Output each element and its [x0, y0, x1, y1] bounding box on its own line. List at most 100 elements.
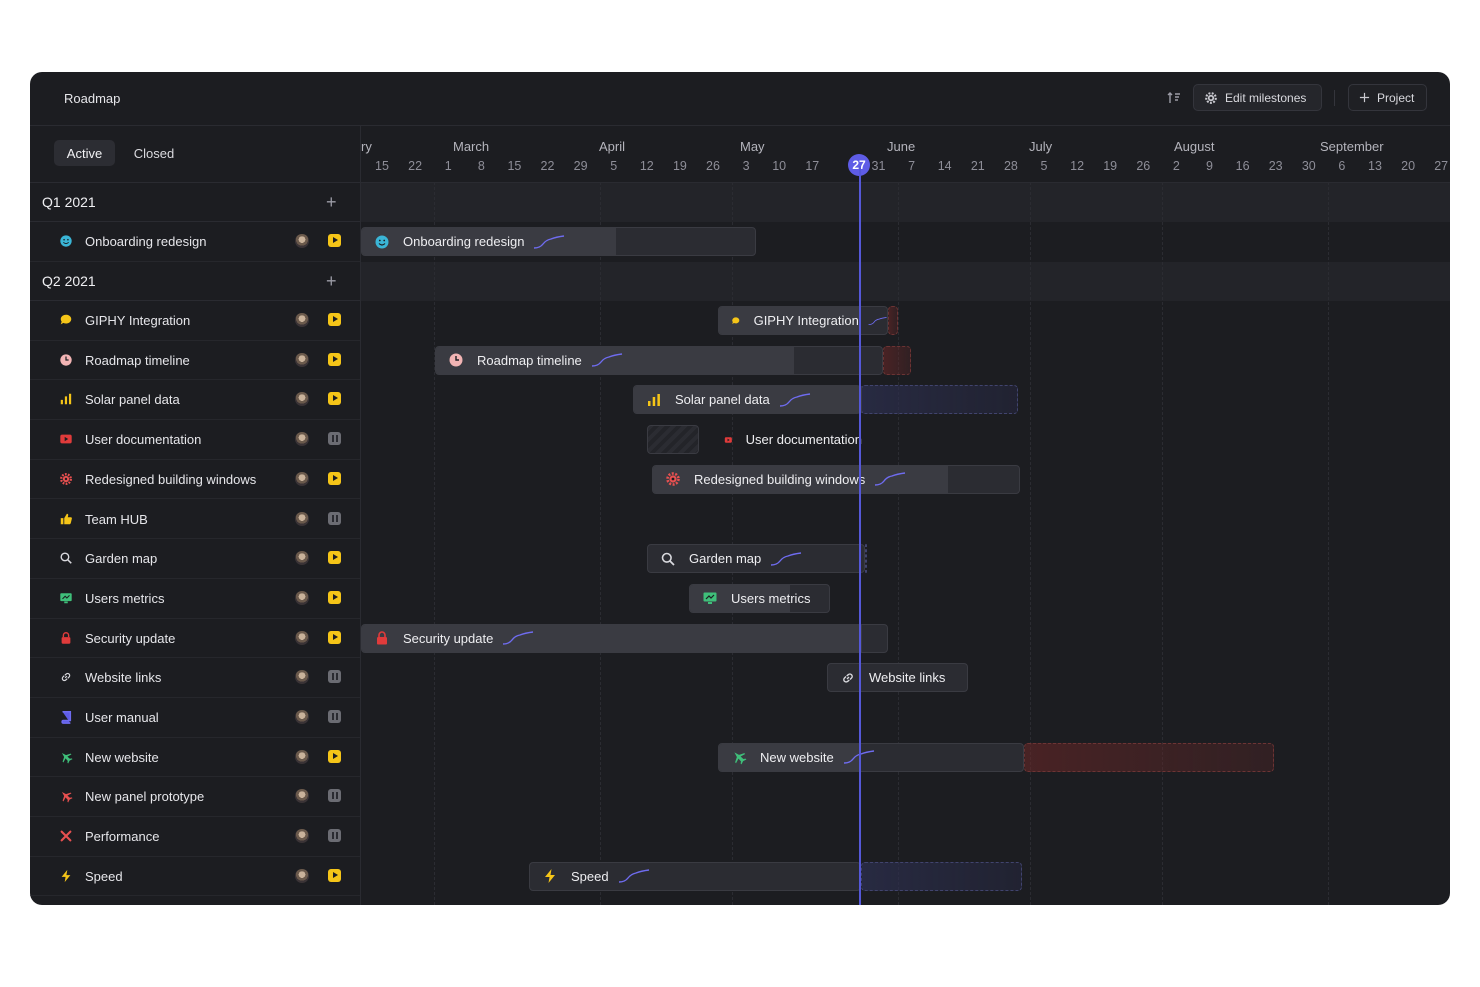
sparkline-icon — [503, 631, 534, 645]
bar-extension-solar-panel-data[interactable] — [861, 385, 1018, 415]
search-icon — [661, 552, 675, 566]
project-row-roadmap-timeline[interactable]: Roadmap timeline — [30, 341, 360, 381]
avatar[interactable] — [295, 710, 309, 724]
in-progress-status-icon[interactable] — [328, 352, 341, 366]
avatar[interactable] — [295, 670, 309, 685]
timeline-bar-new-website[interactable]: New website — [718, 742, 1024, 772]
paused-status-icon[interactable] — [328, 789, 341, 803]
month-label: ry — [361, 139, 372, 154]
bar-label: Solar panel data — [675, 392, 770, 408]
avatar[interactable] — [295, 829, 309, 844]
week-label: 26 — [706, 159, 720, 173]
timeline-bar-security-update[interactable]: Security update — [361, 623, 888, 653]
avatar[interactable] — [295, 392, 309, 407]
avatar[interactable] — [295, 432, 309, 447]
in-progress-status-icon[interactable] — [328, 551, 341, 565]
project-name: Redesigned building windows — [85, 471, 257, 487]
sparkline-icon — [771, 551, 802, 566]
group-band-q1 — [361, 183, 1450, 222]
project-name: User documentation — [85, 432, 202, 448]
paused-status-icon[interactable] — [328, 710, 341, 723]
project-row-redesigned-building-windows[interactable]: Redesigned building windows — [30, 460, 360, 500]
project-row-new-website[interactable]: New website — [30, 738, 360, 778]
in-progress-status-icon[interactable] — [328, 234, 341, 247]
timeline-bar-onboarding-redesign[interactable]: Onboarding redesign — [361, 227, 756, 256]
add-project-button[interactable]: Project — [1348, 84, 1427, 111]
avatar[interactable] — [295, 630, 309, 645]
tab-active[interactable]: Active — [54, 140, 115, 166]
edit-milestones-button[interactable]: Edit milestones — [1193, 84, 1322, 111]
project-name: Solar panel data — [85, 392, 180, 408]
paused-status-icon[interactable] — [328, 670, 341, 684]
tab-closed[interactable]: Closed — [124, 140, 184, 166]
project-row-team-hub[interactable]: Team HUB — [30, 500, 360, 540]
timeline-bar-roadmap-timeline[interactable]: Roadmap timeline — [435, 345, 883, 375]
avatar[interactable] — [295, 471, 309, 486]
paused-status-icon[interactable] — [328, 511, 341, 525]
project-row-new-panel-prototype[interactable]: New panel prototype — [30, 777, 360, 818]
project-row-security-update[interactable]: Security update — [30, 619, 360, 659]
sort-icon[interactable] — [1166, 90, 1182, 106]
avatar[interactable] — [295, 749, 309, 764]
avatar[interactable] — [295, 234, 309, 248]
avatar[interactable] — [295, 551, 309, 566]
project-row-giphy-integration[interactable]: GIPHY Integration — [30, 301, 360, 341]
in-progress-status-icon[interactable] — [328, 471, 341, 485]
avatar[interactable] — [295, 789, 309, 804]
roadmap-window: Roadmap Edit milestones Project Active C… — [30, 72, 1450, 905]
in-progress-status-icon[interactable] — [328, 868, 341, 882]
bar-extension-speed[interactable] — [861, 861, 1022, 891]
project-row-garden-map[interactable]: Garden map — [30, 539, 360, 579]
week-label: 22 — [408, 159, 423, 173]
avatar[interactable] — [295, 511, 309, 526]
timeline-bar-website-links[interactable]: Website links — [827, 663, 968, 693]
avatar[interactable] — [295, 590, 309, 605]
bar-chart-icon — [648, 393, 660, 406]
avatar[interactable] — [295, 352, 309, 367]
week-label: 19 — [1103, 159, 1118, 173]
add-icon[interactable]: + — [326, 272, 337, 290]
tools-icon — [60, 830, 72, 842]
project-name: Garden map — [85, 551, 158, 567]
month-gridline — [1030, 182, 1031, 905]
week-label: 6 — [1338, 159, 1346, 173]
avatar[interactable] — [295, 313, 309, 327]
project-row-speed[interactable]: Speed — [30, 857, 360, 897]
paused-status-icon[interactable] — [328, 829, 341, 843]
in-progress-status-icon[interactable] — [328, 392, 341, 406]
timeline-bar-garden-map[interactable]: Garden map — [647, 544, 865, 574]
add-icon[interactable]: + — [326, 193, 337, 211]
clock-icon — [60, 354, 72, 366]
timeline-bar-user-documentation[interactable]: User documentation — [712, 425, 862, 454]
timeline-bar-users-metrics[interactable]: Users metrics — [689, 583, 830, 613]
gear-icon — [60, 472, 72, 485]
project-row-user-documentation[interactable]: User documentation — [30, 420, 360, 460]
paused-status-icon[interactable] — [328, 432, 341, 446]
project-row-solar-panel-data[interactable]: Solar panel data — [30, 380, 360, 421]
week-label: 28 — [1003, 159, 1018, 173]
project-row-performance[interactable]: Performance — [30, 817, 360, 857]
week-label: 17 — [805, 159, 820, 173]
timeline-bar-redesigned-building-windows[interactable]: Redesigned building windows — [652, 464, 1020, 494]
timeline-bar-solar-panel-data[interactable]: Solar panel data — [633, 385, 862, 415]
in-progress-status-icon[interactable] — [328, 590, 341, 604]
bar-placeholder-user-documentation[interactable] — [647, 425, 699, 455]
timeline-bar-speed[interactable]: Speed — [529, 861, 861, 891]
month-gridline — [600, 182, 601, 905]
timeline-bar-giphy-integration[interactable]: GIPHY Integration — [718, 306, 888, 335]
week-label: 14 — [937, 159, 952, 173]
project-row-user-manual[interactable]: User manual — [30, 698, 360, 738]
thumbs-up-icon — [60, 513, 72, 524]
project-row-website-links[interactable]: Website links — [30, 658, 360, 698]
bar-extension-giphy-integration[interactable] — [888, 306, 898, 335]
bar-extension-new-website[interactable] — [1024, 742, 1274, 772]
bar-extension-garden-map[interactable] — [865, 544, 867, 574]
in-progress-status-icon[interactable] — [328, 630, 341, 644]
week-label: 26 — [1136, 159, 1151, 173]
in-progress-status-icon[interactable] — [328, 313, 341, 326]
bar-extension-roadmap-timeline[interactable] — [883, 345, 911, 375]
project-row-onboarding-redesign[interactable]: Onboarding redesign — [30, 222, 360, 262]
in-progress-status-icon[interactable] — [328, 749, 341, 763]
avatar[interactable] — [295, 868, 309, 883]
project-row-users-metrics[interactable]: Users metrics — [30, 579, 360, 619]
